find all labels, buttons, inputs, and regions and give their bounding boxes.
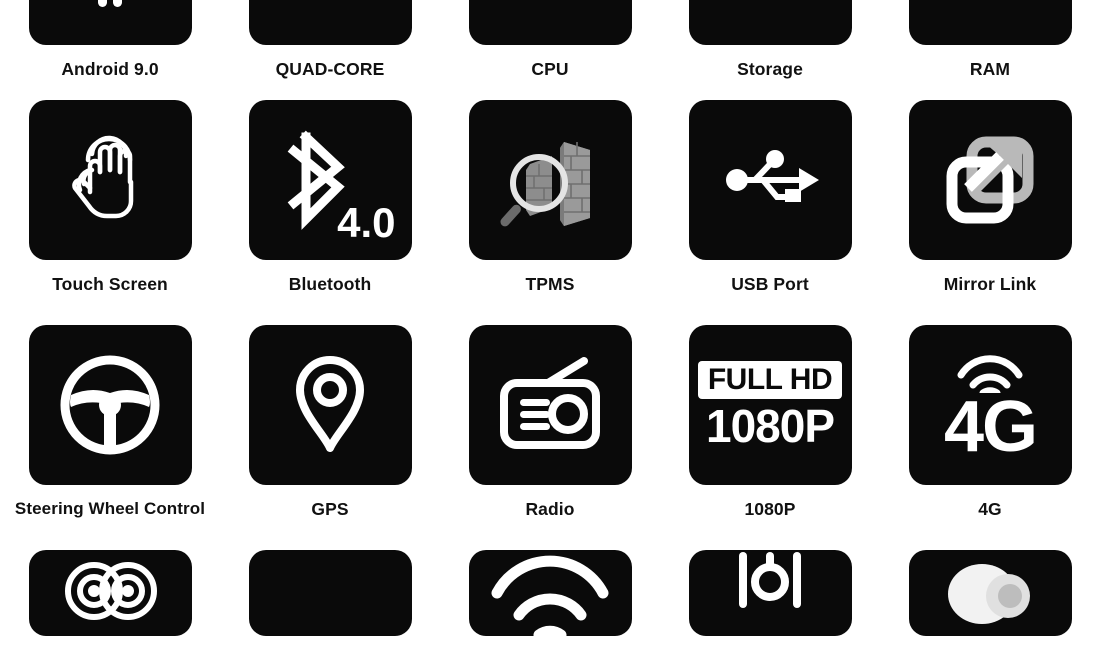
feature-label: Radio: [525, 499, 575, 519]
tile-gps[interactable]: [248, 325, 412, 485]
feature-item-speakers[interactable]: [0, 550, 220, 650]
tile-touch-screen[interactable]: [28, 100, 192, 260]
feature-item-quad-core[interactable]: QUAD-CORE: [220, 0, 440, 100]
tire-magnifier-icon: [500, 142, 590, 227]
bluetooth-version-badge: 4.0: [337, 199, 396, 246]
tile-tpms[interactable]: [468, 100, 632, 260]
feature-item-gps[interactable]: GPS: [220, 325, 440, 543]
full-hd-icon: FULL HD 1080P: [697, 360, 843, 453]
tile-speakers[interactable]: [28, 550, 192, 636]
feature-item-bluetooth[interactable]: 4.0 Bluetooth: [220, 100, 440, 318]
tile-camera[interactable]: [908, 550, 1072, 636]
processor-icon: [498, 0, 602, 17]
feature-label: CPU: [531, 59, 569, 79]
feature-item-camera[interactable]: [880, 550, 1100, 650]
feature-item-ram[interactable]: DDR3 2GB RAM: [880, 0, 1100, 100]
feature-label: GPS: [311, 499, 349, 519]
feature-label: Storage: [737, 59, 803, 79]
tile-steering-wheel-control[interactable]: [28, 325, 192, 485]
dual-speaker-icon: [65, 562, 157, 620]
feature-label: RAM: [969, 59, 1011, 79]
feature-item-steering-wheel-control[interactable]: Steering Wheel Control: [0, 325, 220, 543]
feature-row-3: [0, 550, 1100, 650]
feature-item-mirror-link[interactable]: Mirror Link: [880, 100, 1100, 318]
tile-quad-core[interactable]: [248, 0, 412, 45]
feature-item-storage[interactable]: Storage: [660, 0, 880, 100]
tile-4g[interactable]: 4G: [908, 325, 1072, 485]
camera-lens-icon: [948, 564, 1030, 624]
feature-item-cpu[interactable]: CPU: [440, 0, 660, 100]
feature-label: Android 9.0: [61, 59, 159, 79]
cpu-chip-icon: [278, 0, 382, 17]
feature-item-1080p[interactable]: FULL HD 1080P 1080P: [660, 325, 880, 543]
feature-label: USB Port: [731, 274, 809, 294]
multitouch-hand-icon: [72, 135, 134, 219]
feature-label: Mirror Link: [943, 274, 1037, 294]
tile-android[interactable]: [28, 0, 192, 45]
android-robot-icon: [98, 0, 122, 7]
feature-label: Steering Wheel Control: [14, 499, 206, 518]
tile-wifi[interactable]: [468, 550, 632, 636]
feature-item-equalizer[interactable]: [660, 550, 880, 650]
equalizer-knob-icon: [739, 552, 801, 608]
feature-label: QUAD-CORE: [275, 59, 385, 79]
steering-wheel-icon: [60, 355, 160, 455]
tile-1080p[interactable]: FULL HD 1080P: [688, 325, 852, 485]
tile-usb-port[interactable]: [688, 100, 852, 260]
feature-item-touch-screen[interactable]: Touch Screen: [0, 100, 220, 318]
radio-icon: [500, 357, 600, 449]
map-pin-icon: [296, 356, 364, 452]
feature-item-radio[interactable]: Radio: [440, 325, 660, 543]
hard-drive-icon: [718, 0, 822, 17]
tile-bluetooth[interactable]: 4.0: [248, 100, 412, 260]
tile-radio[interactable]: [468, 325, 632, 485]
feature-row-1: Touch Screen 4.0 Bluetooth TPMS USB Port…: [0, 100, 1100, 318]
mirror-link-icon: [946, 136, 1034, 224]
resolution-badge: 1080P: [705, 400, 835, 453]
feature-item-android[interactable]: Android 9.0: [0, 0, 220, 100]
full-hd-badge: FULL HD: [697, 360, 843, 400]
tile-cpu[interactable]: [468, 0, 632, 45]
tile-equalizer[interactable]: [688, 550, 852, 636]
wifi-arc-icon: [491, 555, 609, 636]
tile-storage[interactable]: [688, 0, 852, 45]
feature-item-blank[interactable]: [220, 550, 440, 650]
tile-blank[interactable]: [248, 550, 412, 636]
feature-label: TPMS: [525, 274, 575, 294]
feature-item-usb-port[interactable]: USB Port: [660, 100, 880, 318]
feature-label: 4G: [978, 499, 1002, 519]
network-generation-badge: 4G: [943, 386, 1038, 467]
tile-mirror-link[interactable]: [908, 100, 1072, 260]
feature-item-tpms[interactable]: TPMS: [440, 100, 660, 318]
feature-label: Touch Screen: [52, 274, 168, 294]
feature-label: Bluetooth: [288, 274, 372, 294]
usb-icon: [726, 150, 819, 202]
feature-row-2: Steering Wheel Control GPS Radio FULL HD…: [0, 325, 1100, 543]
feature-label: 1080P: [744, 499, 796, 519]
feature-item-wifi[interactable]: [440, 550, 660, 650]
feature-item-4g[interactable]: 4G 4G: [880, 325, 1100, 543]
feature-row-0: Android 9.0 QUAD-CORE CPU Storage RAM: [0, 0, 1100, 100]
tile-ram[interactable]: DDR3 2GB: [908, 0, 1072, 45]
